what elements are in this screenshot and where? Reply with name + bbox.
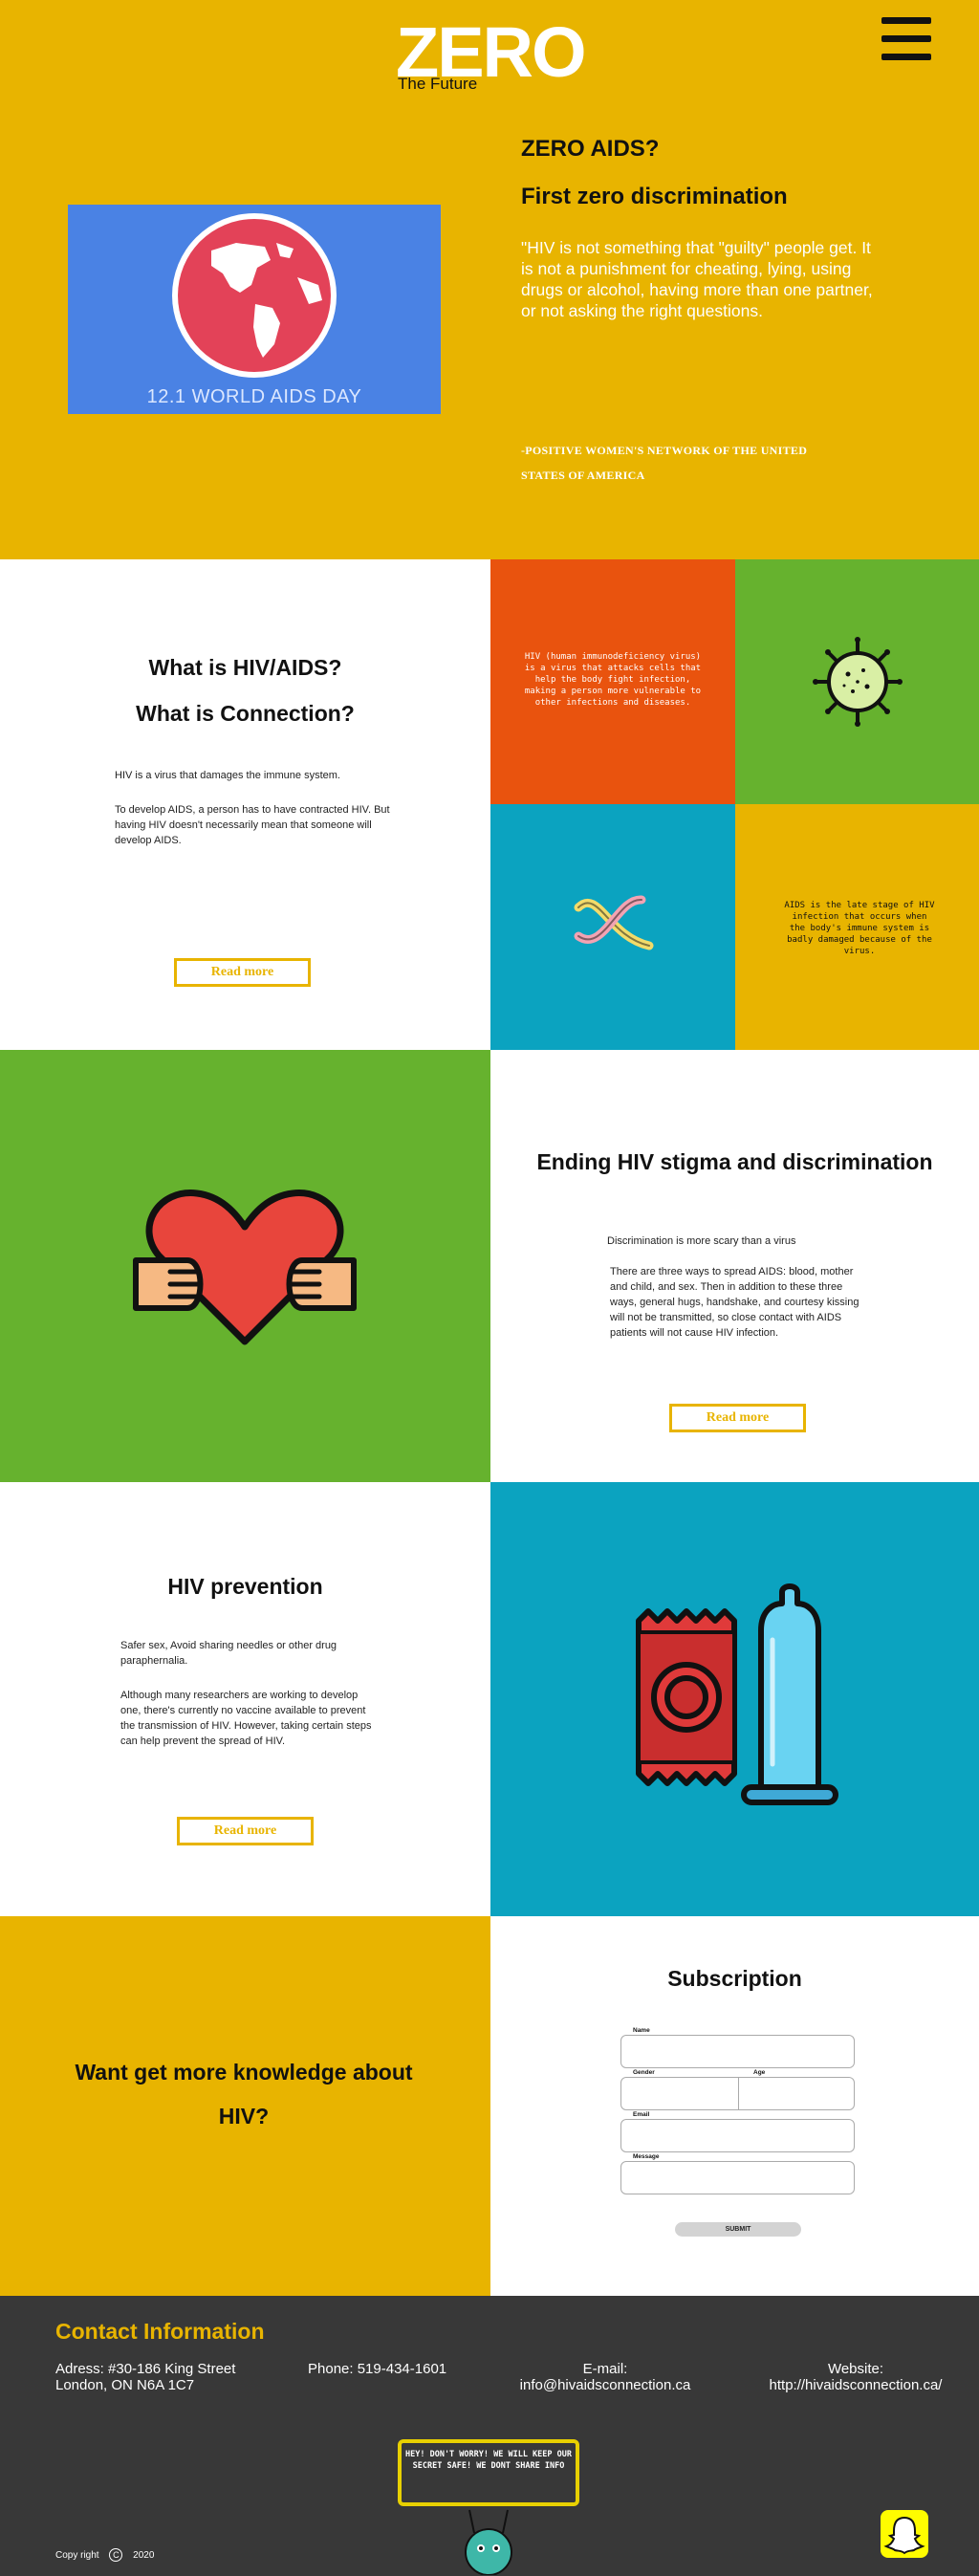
logo[interactable]: ZERO The Future bbox=[396, 17, 587, 99]
aids-definition-tile: AIDS is the late stage of HIV infection … bbox=[735, 804, 979, 1050]
submit-button[interactable]: SUBMIT bbox=[675, 2222, 801, 2237]
contact-email[interactable]: E-mail: info@hivaidsconnection.ca bbox=[510, 2361, 701, 2393]
what-is-read-more-button[interactable]: Read more bbox=[174, 958, 311, 987]
stigma-heading: Ending HIV stigma and discrimination bbox=[536, 1149, 933, 1174]
subscription-heading: Subscription bbox=[667, 1966, 802, 1991]
prevention-paragraph-1: Safer sex, Avoid sharing needles or othe… bbox=[120, 1640, 337, 1667]
copyright-year: 2020 bbox=[133, 2550, 155, 2561]
heart-hands-icon bbox=[133, 1190, 357, 1345]
contact-title: Contact Information bbox=[55, 2319, 265, 2344]
dna-icon bbox=[574, 895, 654, 950]
gender-label: Gender bbox=[631, 2069, 657, 2076]
copyright-label: Copy right bbox=[55, 2550, 99, 2561]
knowledge-question: Want get more knowledge about HIV? bbox=[75, 2060, 413, 2128]
hiv-definition-text: HIV (human immunodeficiency virus) is a … bbox=[524, 652, 702, 708]
what-is-paragraph-1: HIV is a virus that damages the immune s… bbox=[115, 770, 340, 781]
quote-source: -POSITIVE WOMEN'S NETWORK OF THE UNITED … bbox=[521, 444, 808, 482]
stigma-image-panel bbox=[0, 1050, 490, 1482]
subscription-section: Subscription Name Gender Age Email Messa… bbox=[490, 1916, 979, 2296]
world-aids-day-image: 12.1 WORLD AIDS DAY bbox=[68, 205, 441, 414]
dna-tile bbox=[490, 804, 735, 1050]
condom-icon bbox=[636, 1583, 838, 1805]
stigma-paragraph-1: Discrimination is more scary than a viru… bbox=[607, 1235, 796, 1247]
knowledge-prompt-panel: Want get more knowledge about HIV? bbox=[0, 1916, 490, 2296]
snapchat-icon[interactable] bbox=[881, 2510, 928, 2558]
prevention-read-more-button[interactable]: Read more bbox=[177, 1817, 314, 1845]
copyright: Copy right C 2020 bbox=[55, 2548, 154, 2562]
prevention-section: HIV prevention Safer sex, Avoid sharing … bbox=[0, 1482, 490, 1916]
mascot-sign-text: HEY! DON'T WORRY! WE WILL KEEP OUR SECRE… bbox=[405, 2450, 572, 2471]
what-is-heading: What is HIV/AIDS? bbox=[148, 655, 342, 680]
hamburger-menu-icon[interactable] bbox=[881, 17, 931, 61]
copyright-icon: C bbox=[109, 2548, 123, 2562]
hero-section: ZERO The Future 12.1 WORLD AIDS DAY ZERO… bbox=[0, 0, 979, 559]
world-aids-day-label: 12.1 WORLD AIDS DAY bbox=[146, 386, 362, 407]
contact-phone[interactable]: Phone: 519-434-1601 bbox=[308, 2361, 499, 2377]
globe-icon bbox=[172, 213, 337, 378]
what-is-paragraph-2: To develop AIDS, a person has to have co… bbox=[115, 804, 390, 846]
hero-quote: "HIV is not something that "guilty" peop… bbox=[521, 238, 873, 320]
aids-definition-text: AIDS is the late stage of HIV infection … bbox=[784, 901, 935, 956]
hero-title: ZERO AIDS? bbox=[521, 136, 660, 162]
age-label: Age bbox=[751, 2069, 768, 2076]
stigma-paragraph-2: There are three ways to spread AIDS: blo… bbox=[610, 1266, 859, 1339]
mascot-icon bbox=[465, 2509, 512, 2575]
logo-tagline: The Future bbox=[398, 75, 478, 93]
footer: Contact Information Adress: #30-186 King… bbox=[0, 2296, 979, 2576]
stigma-read-more-button[interactable]: Read more bbox=[669, 1404, 806, 1432]
stigma-section: Ending HIV stigma and discrimination Dis… bbox=[490, 1050, 979, 1482]
contact-address: Adress: #30-186 King Street London, ON N… bbox=[55, 2361, 236, 2393]
email-label: Email bbox=[631, 2111, 652, 2118]
hero-subtitle: First zero discrimination bbox=[521, 184, 788, 209]
contact-website[interactable]: Website: http://hivaidsconnection.ca/ bbox=[760, 2361, 951, 2393]
prevention-heading: HIV prevention bbox=[167, 1574, 323, 1599]
prevention-image-panel bbox=[490, 1482, 979, 1916]
hiv-definition-tile: HIV (human immunodeficiency virus) is a … bbox=[490, 559, 735, 804]
mascot-sign: HEY! DON'T WORRY! WE WILL KEEP OUR SECRE… bbox=[398, 2439, 579, 2506]
prevention-paragraph-2: Although many researchers are working to… bbox=[120, 1690, 372, 1747]
virus-tile bbox=[735, 559, 979, 804]
what-is-section: What is HIV/AIDS? What is Connection? HI… bbox=[0, 559, 490, 1050]
connection-heading: What is Connection? bbox=[136, 701, 355, 726]
gender-age-field[interactable]: Gender Age bbox=[620, 2069, 855, 2110]
message-field[interactable]: Message bbox=[620, 2153, 855, 2194]
email-field[interactable]: Email bbox=[620, 2111, 855, 2152]
message-label: Message bbox=[631, 2153, 662, 2160]
name-field[interactable]: Name bbox=[620, 2027, 855, 2068]
virus-icon bbox=[813, 637, 903, 727]
name-label: Name bbox=[631, 2027, 652, 2034]
field-divider bbox=[738, 2078, 739, 2109]
